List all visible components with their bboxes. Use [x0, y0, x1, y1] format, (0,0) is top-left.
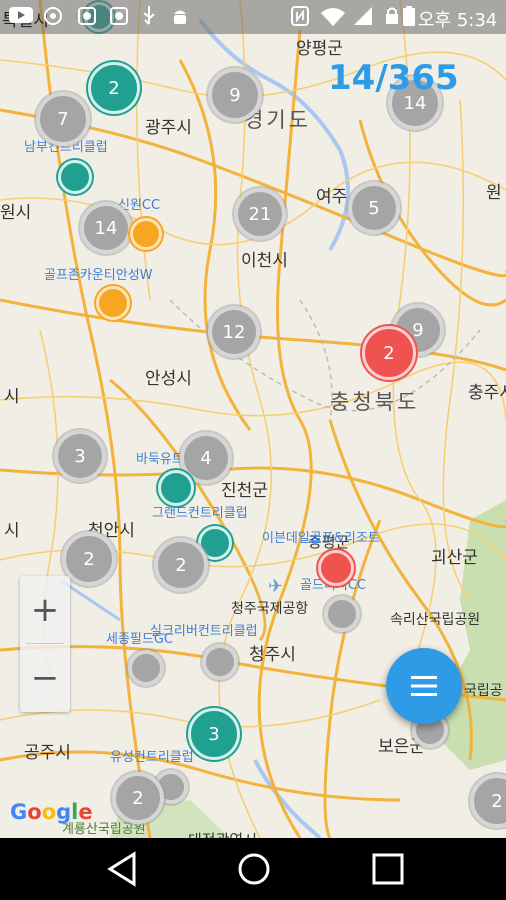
course-counter: 14/365 [328, 58, 459, 98]
map-marker-cluster[interactable]: 2 [362, 326, 416, 380]
map-marker-cluster[interactable]: 7 [36, 92, 90, 146]
zoom-in-button[interactable]: + [20, 576, 70, 644]
home-circle-icon [238, 853, 270, 885]
zoom-out-button[interactable]: − [20, 644, 70, 712]
place-label: 대전광역시 [188, 829, 257, 838]
place-label: 청주시 [249, 645, 296, 665]
map-marker-cluster[interactable]: 5 [348, 182, 400, 234]
android-debug-icon [170, 5, 190, 32]
status-bar: 특별시 오후 5:34 [0, 0, 506, 34]
poi-label: 유성컨트리클럽 [110, 750, 194, 765]
app-notification-icon [76, 5, 98, 32]
battery-icon [402, 5, 416, 32]
place-label: 괴산군 [431, 548, 478, 568]
back-triangle-icon [107, 851, 136, 887]
place-label: 안성시 [145, 369, 192, 389]
place-label: 충주시 [468, 383, 506, 403]
lock-icon [384, 5, 400, 32]
place-label: 속리산국립공원 [390, 612, 481, 628]
signal-icon [352, 5, 374, 32]
map-marker-teal[interactable] [158, 470, 194, 506]
nfc-icon [290, 5, 310, 32]
place-label: 국립공 [464, 683, 503, 699]
map-marker-cluster[interactable]: 9 [208, 68, 262, 122]
place-label: 광주시 [145, 118, 192, 138]
map-marker-cluster[interactable]: 12 [208, 306, 260, 358]
back-button[interactable] [104, 850, 140, 892]
poi-label: 실크리버컨트리클럽 [150, 624, 258, 639]
svg-text:✈: ✈ [268, 576, 283, 597]
map-marker-gray[interactable] [128, 650, 164, 686]
map-marker-cluster[interactable]: 14 [80, 202, 132, 254]
map-marker-cluster[interactable]: 3 [54, 430, 106, 482]
notification-icon [42, 5, 64, 32]
map-marker-teal[interactable] [58, 160, 92, 194]
menu-fab-button[interactable] [386, 648, 462, 724]
place-label: 공주시 [24, 743, 71, 763]
youtube-icon [8, 5, 34, 30]
place-label: 시 [4, 521, 20, 541]
poi-label: 그랜드컨트리클럽 [152, 506, 248, 521]
map-marker-cluster[interactable]: 2 [112, 772, 164, 824]
map-marker-cluster[interactable]: 3 [188, 708, 240, 760]
place-label: 여주 [316, 187, 348, 207]
region-label: 충청북도 [330, 390, 420, 414]
poi-label: 이븐데일골프&리조트 [262, 531, 380, 546]
recents-square-icon [372, 853, 404, 885]
map-marker-gray[interactable] [324, 596, 360, 632]
google-logo: Google [10, 800, 93, 824]
wifi-icon [320, 5, 346, 32]
recents-button[interactable] [370, 850, 406, 892]
app-notification-icon [108, 5, 130, 32]
map-marker-orange[interactable] [96, 286, 130, 320]
navigation-bar [0, 838, 506, 900]
zoom-controls: + − [20, 576, 70, 712]
place-label: 원 [486, 183, 502, 203]
place-label: 청주국제공항 [231, 601, 309, 617]
map-marker-red[interactable] [318, 550, 354, 586]
map-marker-cluster[interactable]: 2 [88, 62, 140, 114]
usb-icon [140, 5, 158, 32]
place-label: 진천군 [221, 481, 268, 501]
place-label: 원시 [0, 203, 32, 223]
map-marker-cluster[interactable]: 21 [234, 188, 286, 240]
menu-icon [411, 676, 437, 696]
map-marker-orange[interactable] [130, 218, 162, 250]
map-marker-cluster[interactable]: 2 [154, 538, 208, 592]
map-view[interactable]: ✈ 양평군 경기도 광주시 여주 원 원시 이천시 안성시 충청북도 충주시 시… [0, 0, 506, 838]
poi-label: 골프존카운티안성W [44, 268, 153, 283]
place-label: 양평군 [296, 39, 343, 59]
place-label: 이천시 [241, 251, 288, 271]
map-marker-cluster[interactable]: 2 [62, 532, 116, 586]
home-button[interactable] [236, 850, 272, 892]
place-label: 시 [4, 387, 20, 407]
status-time: 오후 5:34 [418, 10, 498, 31]
map-marker-gray[interactable] [202, 644, 238, 680]
